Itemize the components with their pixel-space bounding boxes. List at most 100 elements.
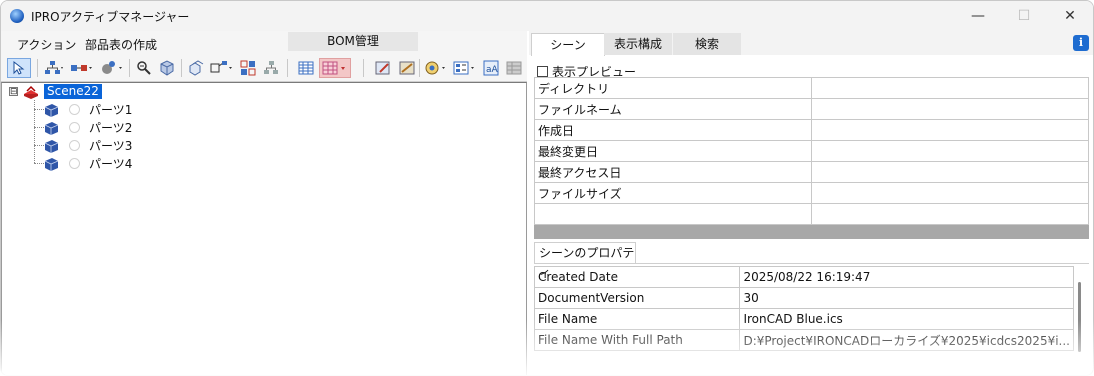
table-row: ディレクトリ xyxy=(534,77,1089,99)
table-row: 作成日 xyxy=(534,119,1089,141)
table-row: DocumentVersion 30 xyxy=(533,287,1074,309)
configure-icon[interactable] xyxy=(99,58,125,78)
left-pane: アクション 部品表の作成 BOM管理 aA ⊟ Scene22 パーツ1 パーツ… xyxy=(1,31,527,375)
tree-icon[interactable] xyxy=(261,58,281,78)
collapse-toggle[interactable]: ⊟ xyxy=(9,87,18,97)
table-row: ファイルネーム xyxy=(534,98,1089,120)
property-name: File Name With Full Path xyxy=(533,329,741,351)
property-value: D:¥Project¥IRONCADローカライズ¥2025¥icdcs2025¥… xyxy=(739,329,1074,351)
table-row: Created Date 2025/08/22 16:19:47 xyxy=(533,266,1074,288)
property-name: Created Date xyxy=(533,266,741,288)
table-row: 最終アクセス日 xyxy=(534,161,1089,183)
info-value xyxy=(811,203,1089,225)
properties-table: Created Date 2025/08/22 16:19:47 Document… xyxy=(533,266,1074,351)
table-row: File Name IronCAD Blue.ics xyxy=(533,308,1074,330)
info-value xyxy=(811,182,1089,204)
info-label: 最終アクセス日 xyxy=(534,161,812,183)
info-icon[interactable]: i xyxy=(1073,35,1089,51)
scene-icon xyxy=(24,85,38,99)
tab-bar: シーン 表示構成 検索 i xyxy=(529,31,1093,56)
right-pane: シーン 表示構成 検索 i 表示プレビュー ディレクトリ ファイルネーム 作成日… xyxy=(529,31,1093,375)
table-row: ファイルサイズ xyxy=(534,182,1089,204)
info-value xyxy=(811,119,1089,141)
grid-icon[interactable] xyxy=(504,58,524,78)
tab-scene-properties[interactable]: シーンのプロパティ xyxy=(534,242,636,280)
property-value: 2025/08/22 16:19:47 xyxy=(739,266,1074,288)
expand-icon[interactable] xyxy=(209,58,235,78)
info-value xyxy=(811,140,1089,162)
file-info-table: ディレクトリ ファイルネーム 作成日 最終変更日 最終アクセス日 ファイルサイズ xyxy=(534,77,1089,225)
tree-root-row[interactable]: ⊟ Scene22 xyxy=(9,83,102,100)
scene-root-label[interactable]: Scene22 xyxy=(44,84,102,99)
property-name: DocumentVersion xyxy=(533,287,741,309)
minimize-button[interactable]: — xyxy=(955,1,1001,31)
info-label: ディレクトリ xyxy=(534,77,812,99)
edit-image-icon[interactable] xyxy=(373,58,393,78)
app-window: IPROアクティブマネージャー — ☐ ✕ アクション 部品表の作成 BOM管理 xyxy=(0,0,1094,376)
part-label[interactable]: パーツ4 xyxy=(89,155,132,172)
filter-icon[interactable] xyxy=(157,58,177,78)
tab-search[interactable]: 検索 xyxy=(673,33,741,55)
picture-icon[interactable] xyxy=(397,58,417,78)
properties-scrollbar[interactable] xyxy=(1078,282,1081,352)
highlight-icon[interactable] xyxy=(319,58,351,78)
close-button[interactable]: ✕ xyxy=(1047,1,1093,31)
zoom-icon[interactable] xyxy=(134,58,154,78)
table-row: File Name With Full Path D:¥Project¥IRONC… xyxy=(533,329,1074,351)
duplicate-icon[interactable] xyxy=(186,58,206,78)
part-icon xyxy=(44,157,59,171)
window-title: IPROアクティブマネージャー xyxy=(31,10,190,24)
hierarchy-icon[interactable] xyxy=(43,58,65,78)
property-name: File Name xyxy=(533,308,741,330)
info-value xyxy=(811,98,1089,120)
toolbar: aA xyxy=(1,55,527,82)
tab-scene[interactable]: シーン xyxy=(531,33,605,56)
table-row xyxy=(534,203,1089,225)
toolbar-separator xyxy=(129,59,130,77)
info-value xyxy=(811,77,1089,99)
info-label: 作成日 xyxy=(534,119,812,141)
part-label[interactable]: パーツ2 xyxy=(89,119,132,136)
property-value: IronCAD Blue.ics xyxy=(739,308,1074,330)
color-icon[interactable] xyxy=(423,58,449,78)
menu-action[interactable]: アクション xyxy=(17,36,76,53)
info-value xyxy=(811,161,1089,183)
status-circle-icon xyxy=(69,122,80,133)
status-circle-icon xyxy=(69,140,80,151)
maximize-button[interactable]: ☐ xyxy=(1001,1,1047,31)
toolbar-separator xyxy=(287,59,288,77)
part-label[interactable]: パーツ1 xyxy=(89,101,132,118)
table-icon[interactable] xyxy=(296,58,316,78)
link-icon[interactable] xyxy=(69,58,95,78)
select-icon[interactable] xyxy=(7,58,31,78)
tree-part-row[interactable]: パーツ2 xyxy=(43,119,132,136)
tree-part-row[interactable]: パーツ1 xyxy=(43,101,132,118)
part-icon xyxy=(44,103,59,117)
view-icon[interactable] xyxy=(452,58,478,78)
info-label: ファイルネーム xyxy=(534,98,812,120)
swap-icon[interactable] xyxy=(238,58,258,78)
tab-display-config[interactable]: 表示構成 xyxy=(604,33,672,55)
tree-part-row[interactable]: パーツ3 xyxy=(43,137,132,154)
bom-management-tab[interactable]: BOM管理 xyxy=(288,32,418,51)
toolbar-separator xyxy=(37,59,38,77)
scene-tree: ⊟ Scene22 パーツ1 パーツ2 パーツ3 パーツ4 xyxy=(1,82,527,375)
part-icon xyxy=(44,139,59,153)
property-value: 30 xyxy=(739,287,1074,309)
info-label: ファイルサイズ xyxy=(534,182,812,204)
part-label[interactable]: パーツ3 xyxy=(89,137,132,154)
text-icon[interactable]: aA xyxy=(481,58,501,78)
status-circle-icon xyxy=(69,104,80,115)
menu-create-bom[interactable]: 部品表の作成 xyxy=(85,36,157,53)
toolbar-separator xyxy=(181,59,182,77)
title-bar: IPROアクティブマネージャー — ☐ ✕ xyxy=(1,1,1093,31)
scene-properties-panel: Created Date 2025/08/22 16:19:47 Document… xyxy=(533,263,1089,375)
toolbar-separator xyxy=(363,59,364,77)
status-circle-icon xyxy=(69,158,80,169)
toolbar-separator xyxy=(419,59,420,77)
svg-text:aA: aA xyxy=(486,65,499,75)
tree-part-row[interactable]: パーツ4 xyxy=(43,155,132,172)
preview-checkbox[interactable] xyxy=(537,66,548,77)
splitter-bar[interactable] xyxy=(534,225,1089,239)
menu-bar: アクション 部品表の作成 BOM管理 xyxy=(1,31,527,55)
